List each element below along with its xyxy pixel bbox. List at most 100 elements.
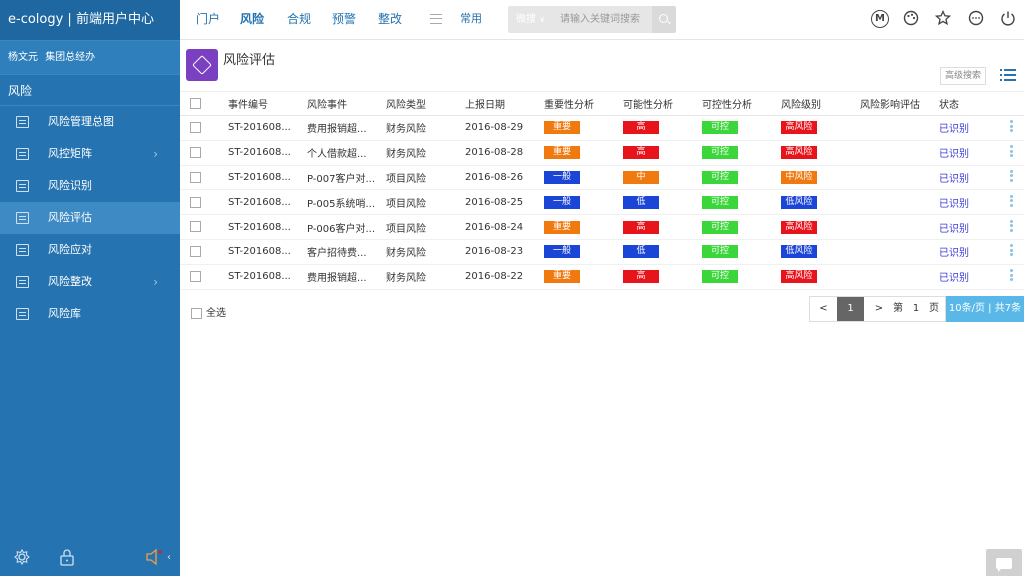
document-icon	[16, 276, 29, 288]
current-page-button[interactable]: 1	[837, 297, 864, 321]
importance-badge: 重要	[544, 121, 580, 135]
common-menu[interactable]: 常用	[460, 0, 482, 40]
status-link[interactable]: 已识别	[939, 214, 1010, 240]
event-name[interactable]: P-006客户对...	[307, 214, 386, 240]
event-name[interactable]: 费用报销超...	[307, 115, 386, 141]
row-actions-icon[interactable]	[1010, 119, 1014, 134]
column-header[interactable]: 可能性分析	[623, 91, 702, 116]
settings-icon[interactable]	[12, 548, 32, 568]
table-row[interactable]: ST-201608... P-005系统哨... 项目风险 2016-08-25 一般 低…	[180, 189, 1024, 216]
status-link[interactable]: 已识别	[939, 115, 1010, 141]
impact-assessment	[860, 264, 939, 290]
table-row[interactable]: ST-201608... 费用报销超... 财务风险 2016-08-29 重要 高 可控 高…	[180, 115, 1024, 141]
impact-assessment	[860, 165, 939, 191]
sidebar-nav: 风险管理总图 风控矩阵 › 风险识别 风险评估 风险应对 风险整改 › 风险库	[0, 106, 180, 330]
search-input[interactable]	[560, 10, 648, 29]
table-row[interactable]: ST-201608... 费用报销超... 财务风险 2016-08-22 重要 高 可控 高…	[180, 264, 1024, 290]
row-checkbox[interactable]	[190, 196, 201, 208]
controllability-badge: 可控	[702, 146, 738, 160]
status-link[interactable]: 已识别	[939, 140, 1010, 166]
column-header[interactable]: 事件编号	[228, 91, 307, 116]
table-row[interactable]: ST-201608... 客户招待费... 财务风险 2016-08-23 一般 低 可控 低…	[180, 239, 1024, 265]
level-badge: 中风险	[781, 170, 817, 184]
advanced-search-button[interactable]: 高级搜索	[940, 67, 987, 85]
status-link[interactable]: 已识别	[939, 264, 1010, 290]
tab[interactable]: 门户	[196, 0, 220, 40]
tab[interactable]: 整改	[378, 0, 402, 40]
column-header[interactable]: 状态	[939, 91, 1010, 116]
row-actions-icon[interactable]	[1010, 268, 1014, 283]
level-badge: 低风险	[781, 245, 817, 259]
sidebar-item[interactable]: 风险管理总图	[0, 106, 180, 138]
sidebar-item[interactable]: 风险应对	[0, 234, 180, 266]
column-header[interactable]: 重要性分析	[544, 91, 623, 116]
tab[interactable]: 合规	[287, 0, 311, 40]
column-header[interactable]: 风险类型	[386, 91, 465, 116]
tab[interactable]: 预警	[332, 0, 356, 40]
row-checkbox[interactable]	[190, 122, 201, 134]
column-header[interactable]: 风险级别	[781, 91, 860, 116]
row-checkbox[interactable]	[190, 171, 201, 183]
select-all-checkbox[interactable]	[191, 307, 202, 319]
report-date: 2016-08-28	[465, 140, 544, 166]
report-date: 2016-08-23	[465, 239, 544, 265]
row-actions-icon[interactable]	[1010, 144, 1014, 159]
select-all[interactable]: 全选	[191, 304, 226, 319]
status-link[interactable]: 已识别	[939, 165, 1010, 191]
column-header[interactable]: 风险影响评估	[860, 91, 939, 116]
row-checkbox[interactable]	[190, 270, 201, 282]
prev-page-button[interactable]: <	[810, 297, 837, 321]
status-link[interactable]: 已识别	[939, 239, 1010, 265]
table-row[interactable]: ST-201608... P-006客户对... 项目风险 2016-08-24 重要 高…	[180, 214, 1024, 240]
event-name[interactable]: 客户招待费...	[307, 239, 386, 265]
document-icon	[16, 212, 29, 224]
goto-page-input[interactable]: 1	[908, 297, 924, 321]
event-id: ST-201608...	[228, 115, 307, 141]
more-icon[interactable]	[967, 10, 985, 28]
row-actions-icon[interactable]	[1010, 168, 1014, 183]
row-checkbox[interactable]	[190, 246, 201, 258]
row-actions-icon[interactable]	[1010, 193, 1014, 208]
row-checkbox[interactable]	[190, 146, 201, 158]
row-actions-icon[interactable]	[1010, 243, 1014, 258]
status-link[interactable]: 已识别	[939, 189, 1010, 216]
chat-icon[interactable]	[986, 549, 1022, 576]
row-actions-icon[interactable]	[1010, 218, 1014, 233]
lock-icon[interactable]	[57, 548, 77, 568]
theme-icon[interactable]	[902, 10, 920, 28]
sidebar-item[interactable]: 风险库	[0, 298, 180, 330]
event-name[interactable]: 个人借款超...	[307, 140, 386, 166]
sidebar-item[interactable]: 风险整改 ›	[0, 266, 180, 298]
event-name[interactable]: 费用报销超...	[307, 264, 386, 290]
importance-badge: 重要	[544, 146, 580, 160]
power-icon[interactable]	[999, 10, 1017, 28]
collapse-sidebar-icon[interactable]: ‹	[164, 548, 174, 568]
table-row[interactable]: ST-201608... 个人借款超... 财务风险 2016-08-28 重要 高 可控 高…	[180, 140, 1024, 166]
page-size-select[interactable]: 10条/页 | 共7条	[946, 296, 1024, 322]
impact-assessment	[860, 189, 939, 216]
sidebar-item[interactable]: 风控矩阵 ›	[0, 138, 180, 170]
sidebar-item[interactable]: 风险识别	[0, 170, 180, 202]
column-header[interactable]: 可控性分析	[702, 91, 781, 116]
column-header[interactable]: 风险事件	[307, 91, 386, 116]
likelihood-badge: 中	[623, 170, 659, 184]
table-row[interactable]: ST-201608... P-007客户对... 项目风险 2016-08-26 一般 中…	[180, 165, 1024, 191]
speaker-icon[interactable]	[144, 548, 164, 568]
user-info[interactable]: 杨文元 集团总经办	[0, 40, 180, 74]
event-name[interactable]: P-007客户对...	[307, 165, 386, 191]
search-scope-select[interactable]: 微搜 ∨	[516, 6, 545, 33]
column-header[interactable]: 上报日期	[465, 91, 544, 116]
app-brand[interactable]: e-cology | 前端用户中心	[0, 0, 180, 40]
sidebar-item[interactable]: 风险评估	[0, 202, 180, 234]
m-profile-icon[interactable]: M	[871, 10, 889, 28]
list-view-icon[interactable]	[1000, 69, 1016, 81]
menu-icon[interactable]	[430, 14, 442, 24]
header-checkbox[interactable]	[190, 97, 201, 109]
row-checkbox[interactable]	[190, 221, 201, 233]
next-page-button[interactable]: >	[866, 297, 892, 321]
search-icon[interactable]	[652, 6, 676, 33]
tab[interactable]: 风险	[240, 0, 264, 40]
chevron-right-icon: ›	[153, 275, 158, 289]
event-name[interactable]: P-005系统哨...	[307, 189, 386, 216]
star-icon[interactable]	[934, 9, 952, 28]
